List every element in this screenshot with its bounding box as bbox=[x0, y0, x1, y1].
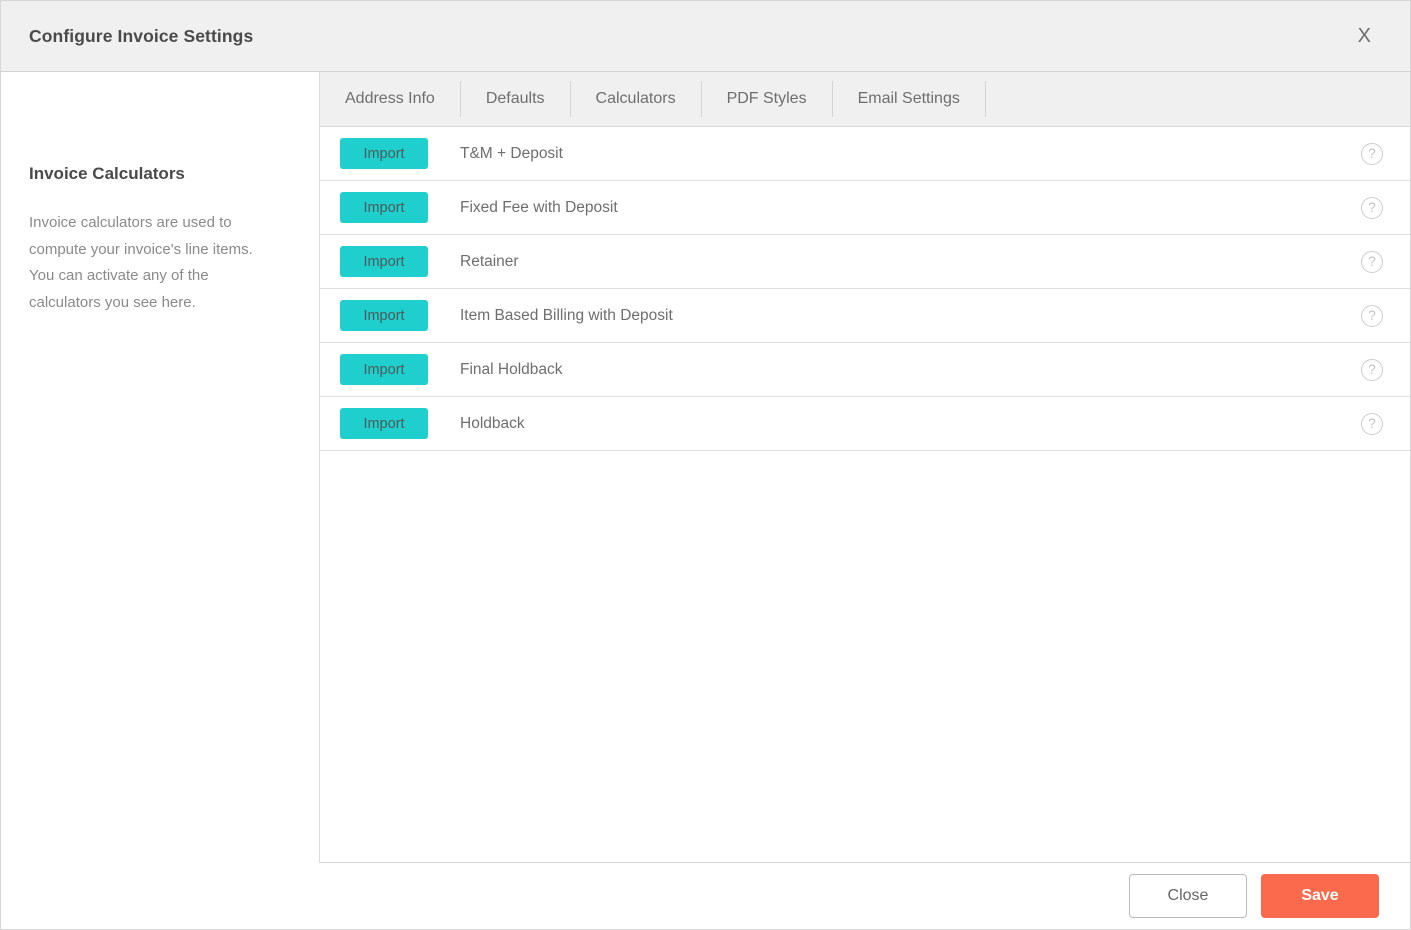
calculator-name: Final Holdback bbox=[460, 360, 563, 378]
save-button[interactable]: Save bbox=[1261, 874, 1379, 918]
info-panel-description: Invoice calculators are used to compute … bbox=[29, 214, 253, 311]
question-mark-icon[interactable]: ? bbox=[1361, 304, 1383, 327]
calculator-list: Import T&M + Deposit ? Import Fixed Fee … bbox=[320, 127, 1410, 862]
tab-calculators[interactable]: Calculators bbox=[571, 72, 701, 126]
content-panel: Address Info Defaults Calculators PDF St… bbox=[320, 72, 1410, 862]
import-button[interactable]: Import bbox=[340, 300, 428, 331]
table-row: Import Retainer ? bbox=[320, 235, 1410, 289]
question-mark-icon[interactable]: ? bbox=[1361, 142, 1383, 165]
table-row: Import Fixed Fee with Deposit ? bbox=[320, 181, 1410, 235]
table-row: Import T&M + Deposit ? bbox=[320, 127, 1410, 181]
import-button[interactable]: Import bbox=[340, 354, 428, 385]
dialog-footer: Close Save bbox=[1, 862, 1410, 929]
tab-bar: Address Info Defaults Calculators PDF St… bbox=[320, 72, 1410, 127]
tab-pdf-styles[interactable]: PDF Styles bbox=[702, 72, 832, 126]
tab-defaults[interactable]: Defaults bbox=[461, 72, 570, 126]
question-mark-icon[interactable]: ? bbox=[1361, 196, 1383, 219]
question-mark-icon[interactable]: ? bbox=[1361, 250, 1383, 273]
question-mark-icon[interactable]: ? bbox=[1361, 358, 1383, 381]
table-row: Import Holdback ? bbox=[320, 397, 1410, 451]
calculator-name: Retainer bbox=[460, 252, 519, 270]
import-button[interactable]: Import bbox=[340, 138, 428, 169]
dialog-body: Invoice Calculators Invoice calculators … bbox=[1, 72, 1410, 863]
info-panel-title: Invoice Calculators bbox=[29, 164, 185, 183]
question-mark-icon[interactable]: ? bbox=[1361, 412, 1383, 435]
close-button[interactable]: Close bbox=[1129, 874, 1247, 918]
dialog-title: Configure Invoice Settings bbox=[29, 25, 254, 46]
table-row: Import Final Holdback ? bbox=[320, 343, 1410, 397]
calculator-name: Fixed Fee with Deposit bbox=[460, 198, 618, 216]
tab-address-info[interactable]: Address Info bbox=[320, 72, 460, 126]
close-x-icon[interactable]: X bbox=[1350, 20, 1379, 52]
table-row: Import Item Based Billing with Deposit ? bbox=[320, 289, 1410, 343]
tab-divider bbox=[984, 81, 986, 117]
import-button[interactable]: Import bbox=[340, 408, 428, 439]
calculator-name: Item Based Billing with Deposit bbox=[460, 306, 673, 324]
tab-email-settings[interactable]: Email Settings bbox=[833, 72, 985, 126]
calculator-name: Holdback bbox=[460, 414, 525, 432]
info-panel: Invoice Calculators Invoice calculators … bbox=[1, 72, 320, 863]
dialog-header: Configure Invoice Settings X bbox=[1, 1, 1410, 72]
import-button[interactable]: Import bbox=[340, 246, 428, 277]
configure-invoice-settings-dialog: Configure Invoice Settings X Invoice Cal… bbox=[0, 0, 1411, 930]
calculator-name: T&M + Deposit bbox=[460, 144, 563, 162]
import-button[interactable]: Import bbox=[340, 192, 428, 223]
